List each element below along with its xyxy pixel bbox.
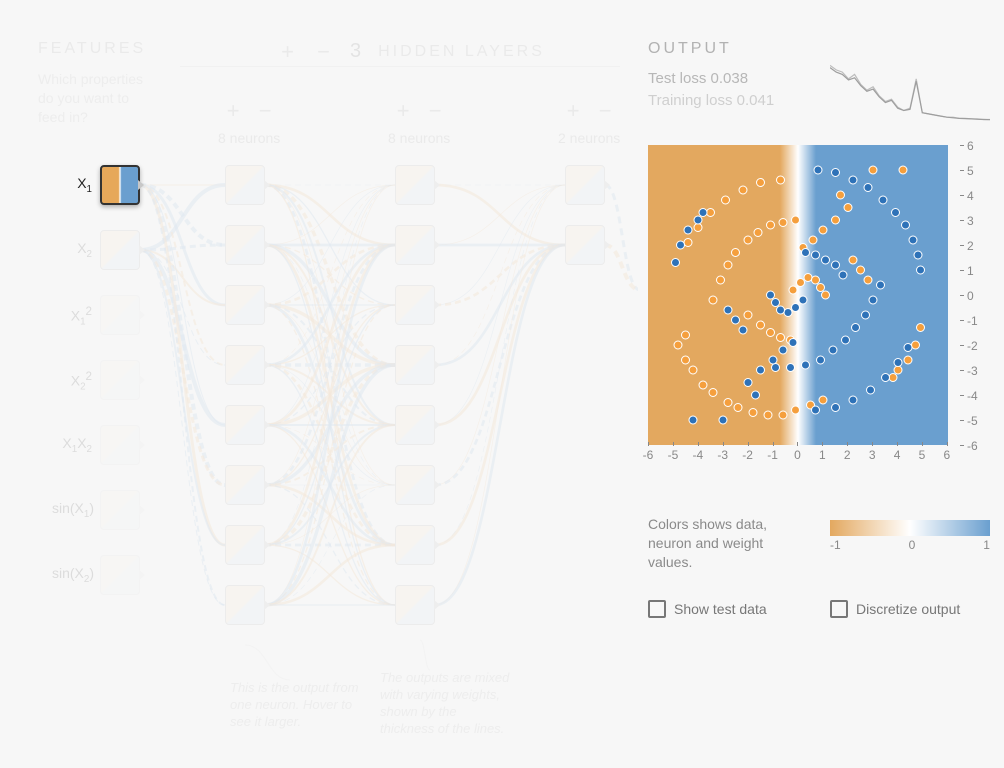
neuron[interactable] <box>225 345 265 385</box>
hidden-layers-header: + − 3 HIDDEN LAYERS <box>278 40 545 63</box>
feature-label: sin(X2) <box>52 565 92 585</box>
checkbox-icon <box>830 600 848 618</box>
output-x-axis: -6-5-4-3-2-10123456 <box>648 448 948 468</box>
neuron[interactable] <box>225 525 265 565</box>
feature-label: X12 <box>52 305 92 327</box>
remove-neuron-button[interactable]: − <box>424 100 446 122</box>
neuron[interactable] <box>395 285 435 325</box>
output-scatter <box>648 145 948 445</box>
neuron[interactable] <box>395 585 435 625</box>
feature-4[interactable] <box>100 360 140 400</box>
neuron[interactable] <box>225 585 265 625</box>
color-legend-ticks: -101 <box>830 538 990 552</box>
add-layer-button[interactable]: + <box>278 41 300 63</box>
feature-label: sin(X1) <box>52 500 92 520</box>
neuron-count: 8 neurons <box>388 130 450 146</box>
discretize-output-checkbox[interactable]: Discretize output <box>830 600 960 618</box>
neuron[interactable] <box>565 165 605 205</box>
remove-neuron-button[interactable]: − <box>254 100 276 122</box>
feature-label: X22 <box>52 370 92 392</box>
layer-1-header: +− 8 neurons <box>218 100 280 146</box>
feature-3[interactable] <box>100 295 140 335</box>
neuron-callout: This is the output from one neuron. Hove… <box>230 680 360 731</box>
neuron[interactable] <box>395 405 435 445</box>
remove-neuron-button[interactable]: − <box>594 100 616 122</box>
remove-layer-button[interactable]: − <box>314 41 336 63</box>
feature-7[interactable] <box>100 555 140 595</box>
output-plot[interactable] <box>648 145 948 445</box>
add-neuron-button[interactable]: + <box>392 100 414 122</box>
output-title: OUTPUT <box>648 40 732 58</box>
color-legend-text: Colors shows data, neuron and weight val… <box>648 515 808 572</box>
loss-mini-chart <box>830 62 990 124</box>
feature-label: X2 <box>52 240 92 260</box>
hidden-layers-label: HIDDEN LAYERS <box>378 43 545 61</box>
neuron-count: 2 neurons <box>558 130 620 146</box>
neuron[interactable] <box>395 225 435 265</box>
neuron[interactable] <box>225 465 265 505</box>
checkbox-icon <box>648 600 666 618</box>
neuron[interactable] <box>395 345 435 385</box>
features-subtext: Which properties do you want to feed in? <box>38 70 148 127</box>
features-title: FEATURES <box>38 40 146 58</box>
color-legend-bar <box>830 520 990 536</box>
neuron[interactable] <box>395 525 435 565</box>
neuron[interactable] <box>225 225 265 265</box>
feature-2[interactable] <box>100 230 140 270</box>
neuron-count: 8 neurons <box>218 130 280 146</box>
training-loss: Training loss 0.041 <box>648 92 774 109</box>
weights-callout: The outputs are mixed with varying weigh… <box>380 670 510 738</box>
feature-6[interactable] <box>100 490 140 530</box>
divider <box>180 66 620 67</box>
feature-label: X1 <box>52 175 92 195</box>
neuron[interactable] <box>225 165 265 205</box>
neuron[interactable] <box>395 465 435 505</box>
test-loss: Test loss 0.038 <box>648 70 748 87</box>
add-neuron-button[interactable]: + <box>562 100 584 122</box>
show-test-data-checkbox[interactable]: Show test data <box>648 600 767 618</box>
output-y-axis: -6-5-4-3-2-10123456 <box>954 145 984 445</box>
layer-2-header: +− 8 neurons <box>388 100 450 146</box>
neuron[interactable] <box>225 285 265 325</box>
layer-3-header: +− 2 neurons <box>558 100 620 146</box>
neuron[interactable] <box>565 225 605 265</box>
add-neuron-button[interactable]: + <box>222 100 244 122</box>
hidden-layer-count: 3 <box>350 40 364 63</box>
feature-5[interactable] <box>100 425 140 465</box>
feature-label: X1X2 <box>52 435 92 455</box>
neuron[interactable] <box>225 405 265 445</box>
feature-1[interactable] <box>100 165 140 205</box>
neuron[interactable] <box>395 165 435 205</box>
